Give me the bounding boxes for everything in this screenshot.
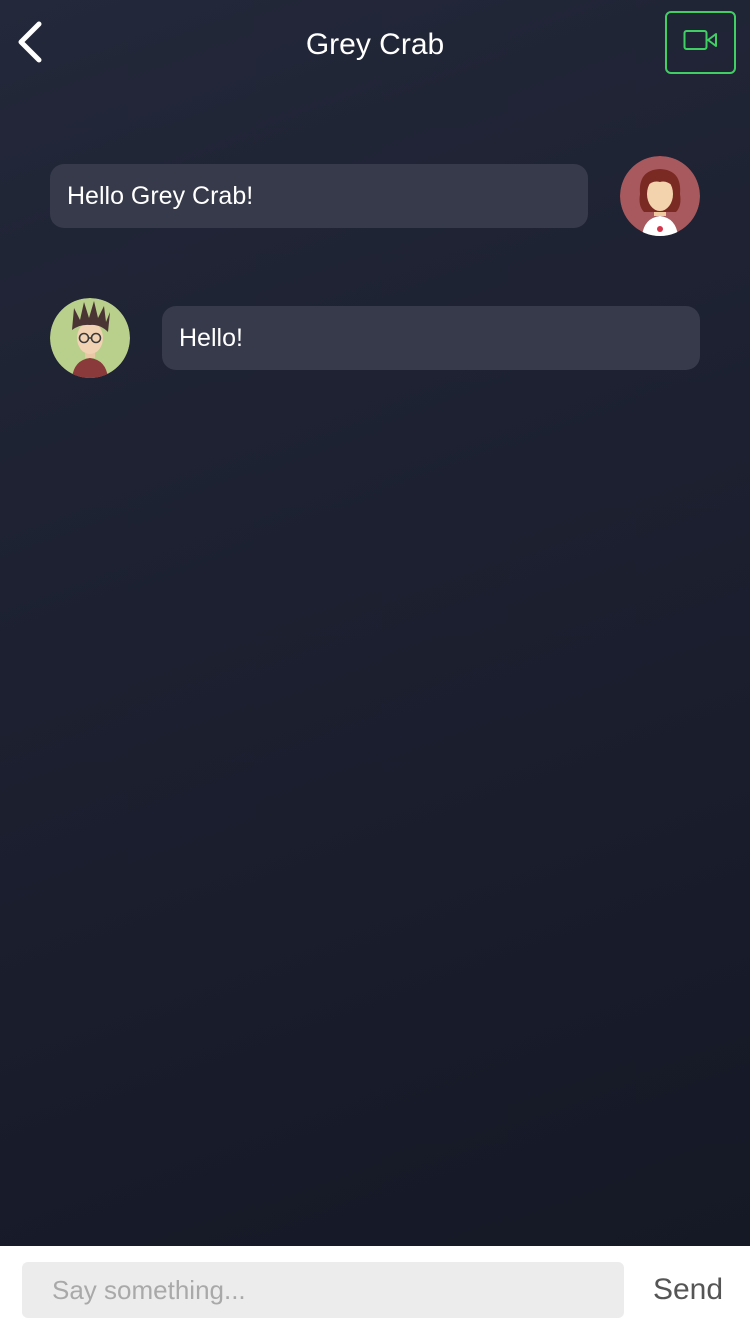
message-text: Hello Grey Crab! <box>67 181 254 210</box>
video-call-button[interactable] <box>665 11 736 74</box>
chat-header: Grey Crab <box>0 0 750 90</box>
avatar-red-hair-icon[interactable] <box>620 156 700 236</box>
back-button[interactable] <box>8 18 52 70</box>
chevron-left-icon <box>15 20 45 69</box>
chat-screen: Grey Crab Hello Grey Crab! Hello! <box>0 0 750 1246</box>
page-title: Grey Crab <box>305 28 445 61</box>
message-input[interactable] <box>22 1262 624 1318</box>
message-composer: Send <box>0 1246 750 1334</box>
send-button[interactable]: Send <box>640 1262 736 1318</box>
video-camera-icon <box>683 29 719 56</box>
message-bubble-incoming: Hello! <box>162 306 700 370</box>
avatar-spiky-hair-icon[interactable] <box>50 298 130 378</box>
message-text: Hello! <box>179 323 243 352</box>
message-bubble-outgoing: Hello Grey Crab! <box>50 164 588 228</box>
